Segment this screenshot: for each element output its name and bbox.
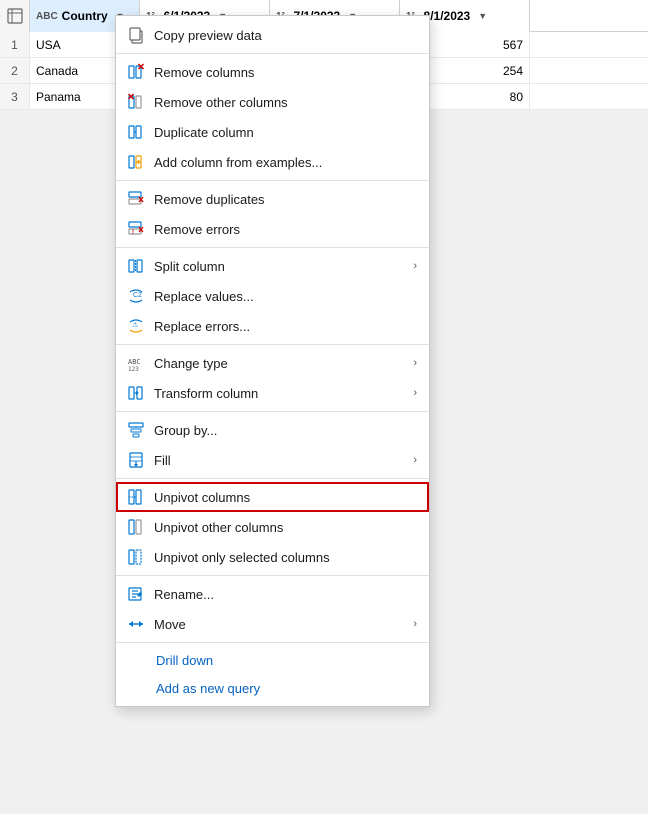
divider-2	[116, 180, 429, 181]
fill-arrow: ›	[413, 454, 417, 466]
divider-7	[116, 575, 429, 576]
menu-label-fill: Fill	[154, 453, 405, 468]
menu-label-move: Move	[154, 617, 405, 632]
replace-values-icon: C2	[126, 286, 146, 306]
divider-8	[116, 642, 429, 643]
rename-icon	[126, 584, 146, 604]
svg-text:123: 123	[128, 366, 139, 372]
menu-item-split-column[interactable]: Split column ›	[116, 251, 429, 281]
divider-1	[116, 53, 429, 54]
svg-text:⚠: ⚠	[132, 321, 138, 329]
divider-5	[116, 411, 429, 412]
svg-text:ABC: ABC	[128, 358, 141, 366]
menu-label-duplicate-column: Duplicate column	[154, 125, 417, 140]
replace-errors-icon: ⚠	[126, 316, 146, 336]
menu-item-add-column-examples[interactable]: Add column from examples...	[116, 147, 429, 177]
split-col-icon	[126, 256, 146, 276]
menu-label-rename: Rename...	[154, 587, 417, 602]
copy-icon	[126, 25, 146, 45]
remove-cols-icon	[126, 62, 146, 82]
menu-item-unpivot-other-columns[interactable]: Unpivot other columns	[116, 512, 429, 542]
menu-item-rename[interactable]: Rename...	[116, 579, 429, 609]
menu-label-remove-duplicates: Remove duplicates	[154, 192, 417, 207]
country-type-icon: ABC	[36, 11, 58, 22]
menu-label-replace-errors: Replace errors...	[154, 319, 417, 334]
menu-label-change-type: Change type	[154, 356, 405, 371]
menu-label-replace-values: Replace values...	[154, 289, 417, 304]
fill-icon	[126, 450, 146, 470]
menu-label-unpivot-columns: Unpivot columns	[154, 490, 417, 505]
date3-dropdown-arrow[interactable]: ▼	[478, 11, 487, 21]
change-type-arrow: ›	[413, 357, 417, 369]
menu-item-replace-values[interactable]: C2 Replace values...	[116, 281, 429, 311]
menu-label-add-column-examples: Add column from examples...	[154, 155, 417, 170]
country-header-label: Country	[62, 9, 108, 23]
menu-item-remove-errors[interactable]: ! Remove errors	[116, 214, 429, 244]
menu-item-change-type[interactable]: ABC 123 Change type ›	[116, 348, 429, 378]
menu-item-unpivot-selected[interactable]: Unpivot only selected columns	[116, 542, 429, 572]
row-num-1: 1	[0, 32, 30, 57]
menu-item-transform-column[interactable]: Transform column ›	[116, 378, 429, 408]
add-col-examples-icon	[126, 152, 146, 172]
menu-label-unpivot-other-columns: Unpivot other columns	[154, 520, 417, 535]
divider-3	[116, 247, 429, 248]
menu-item-drill-down[interactable]: Drill down	[116, 646, 429, 674]
group-by-icon	[126, 420, 146, 440]
divider-6	[116, 478, 429, 479]
change-type-icon: ABC 123	[126, 353, 146, 373]
menu-item-move[interactable]: Move ›	[116, 609, 429, 639]
remove-errors-icon: !	[126, 219, 146, 239]
unpivot-other-icon	[126, 517, 146, 537]
menu-item-group-by[interactable]: Group by...	[116, 415, 429, 445]
menu-label-remove-other-columns: Remove other columns	[154, 95, 417, 110]
menu-item-remove-columns[interactable]: Remove columns	[116, 57, 429, 87]
menu-label-drill-down: Drill down	[156, 653, 417, 668]
menu-item-copy-preview[interactable]: Copy preview data	[116, 20, 429, 50]
transform-col-icon	[126, 383, 146, 403]
menu-item-remove-duplicates[interactable]: Remove duplicates	[116, 184, 429, 214]
move-arrow: ›	[413, 618, 417, 630]
menu-item-add-new-query[interactable]: Add as new query	[116, 674, 429, 702]
menu-label-split-column: Split column	[154, 259, 405, 274]
remove-other-cols-icon	[126, 92, 146, 112]
divider-4	[116, 344, 429, 345]
menu-label-group-by: Group by...	[154, 423, 417, 438]
table-icon	[7, 8, 23, 24]
menu-label-transform-column: Transform column	[154, 386, 405, 401]
menu-item-unpivot-columns[interactable]: Unpivot columns	[116, 482, 429, 512]
menu-label-unpivot-selected: Unpivot only selected columns	[154, 550, 417, 565]
date3-header-label: 8/1/2023	[424, 9, 471, 23]
menu-item-remove-other-columns[interactable]: Remove other columns	[116, 87, 429, 117]
remove-dups-icon	[126, 189, 146, 209]
row-num-2: 2	[0, 58, 30, 83]
split-column-arrow: ›	[413, 260, 417, 272]
svg-text:!: !	[132, 230, 134, 236]
unpivot-selected-icon	[126, 547, 146, 567]
svg-text:C2: C2	[133, 292, 142, 299]
context-menu: Copy preview data Remove columns Remove …	[115, 15, 430, 707]
menu-label-add-new-query: Add as new query	[156, 681, 417, 696]
menu-item-fill[interactable]: Fill ›	[116, 445, 429, 475]
unpivot-cols-icon	[126, 487, 146, 507]
menu-label-remove-errors: Remove errors	[154, 222, 417, 237]
menu-label-remove-columns: Remove columns	[154, 65, 417, 80]
menu-item-duplicate-column[interactable]: Duplicate column	[116, 117, 429, 147]
menu-label-copy-preview: Copy preview data	[154, 28, 417, 43]
row-num-header	[0, 0, 30, 32]
row-num-3: 3	[0, 84, 30, 109]
move-icon	[126, 614, 146, 634]
transform-column-arrow: ›	[413, 387, 417, 399]
duplicate-icon	[126, 122, 146, 142]
menu-item-replace-errors[interactable]: ⚠ Replace errors...	[116, 311, 429, 341]
